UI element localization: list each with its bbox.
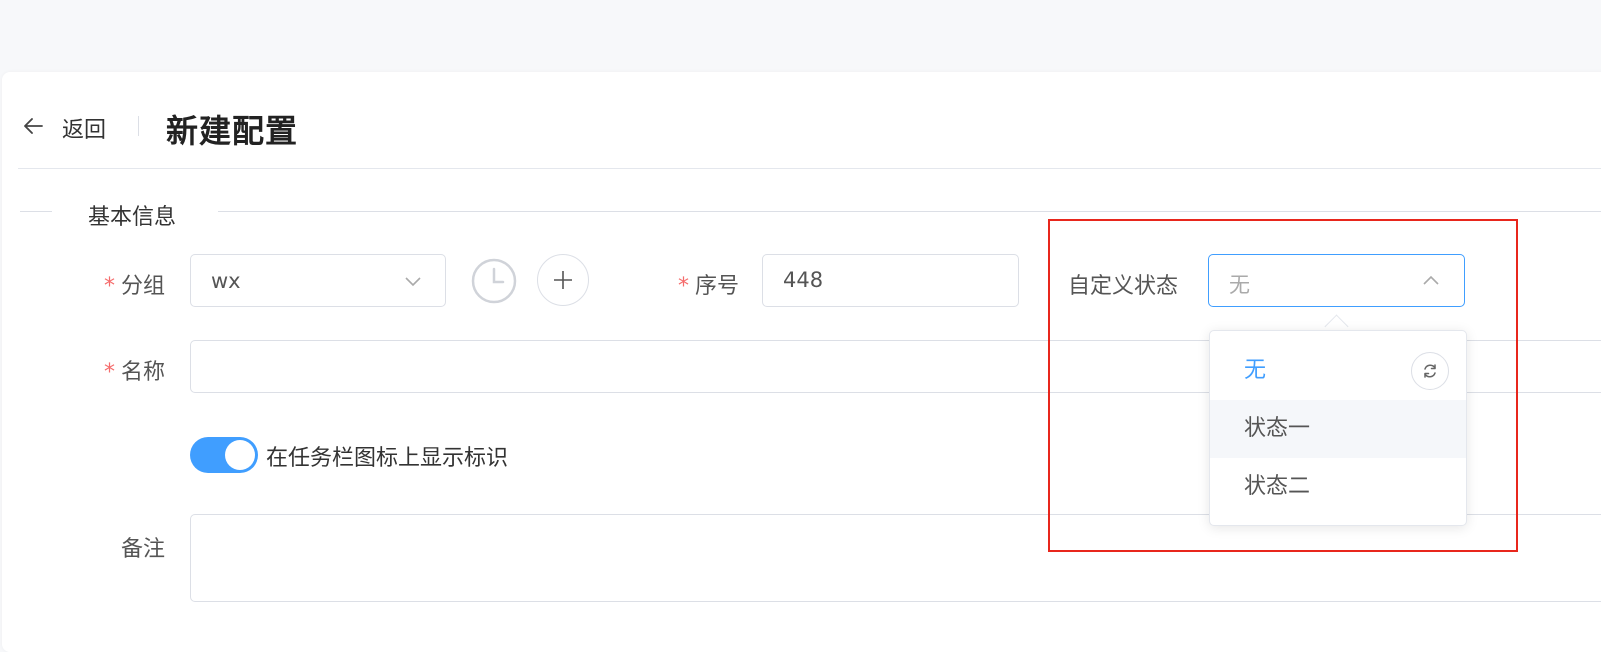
clock-icon: [471, 258, 517, 304]
back-link[interactable]: 返回: [62, 112, 106, 144]
arrow-left-icon: [24, 118, 43, 134]
highlight-box: [1048, 219, 1518, 552]
page-title: 新建配置: [166, 112, 299, 150]
required-mark: *: [104, 274, 115, 299]
required-mark: *: [104, 360, 115, 385]
group-select[interactable]: wx: [190, 254, 446, 307]
toggle-knob: [225, 440, 255, 470]
header-underline: [18, 168, 1601, 169]
taskbar-badge-label: 在任务栏图标上显示标识: [266, 446, 509, 471]
chevron-down-icon: [405, 277, 421, 287]
serial-input-value: 448: [783, 268, 824, 292]
back-button[interactable]: [22, 114, 46, 138]
group-select-value: wx: [211, 269, 241, 293]
section-divider-right: [218, 211, 1601, 212]
serial-input[interactable]: 448: [762, 254, 1019, 307]
required-mark: *: [678, 274, 689, 299]
add-group-button[interactable]: [537, 254, 589, 306]
name-label: * 名称: [104, 360, 166, 385]
taskbar-badge-toggle[interactable]: [190, 437, 258, 473]
group-label: * 分组: [104, 274, 166, 299]
section-divider-left: [20, 211, 52, 212]
history-button[interactable]: [468, 255, 520, 307]
section-title: 基本信息: [88, 205, 177, 230]
serial-label: * 序号: [678, 274, 740, 299]
header-divider: [138, 116, 139, 136]
remark-label: 备注: [121, 537, 166, 562]
plus-icon: [554, 271, 572, 289]
